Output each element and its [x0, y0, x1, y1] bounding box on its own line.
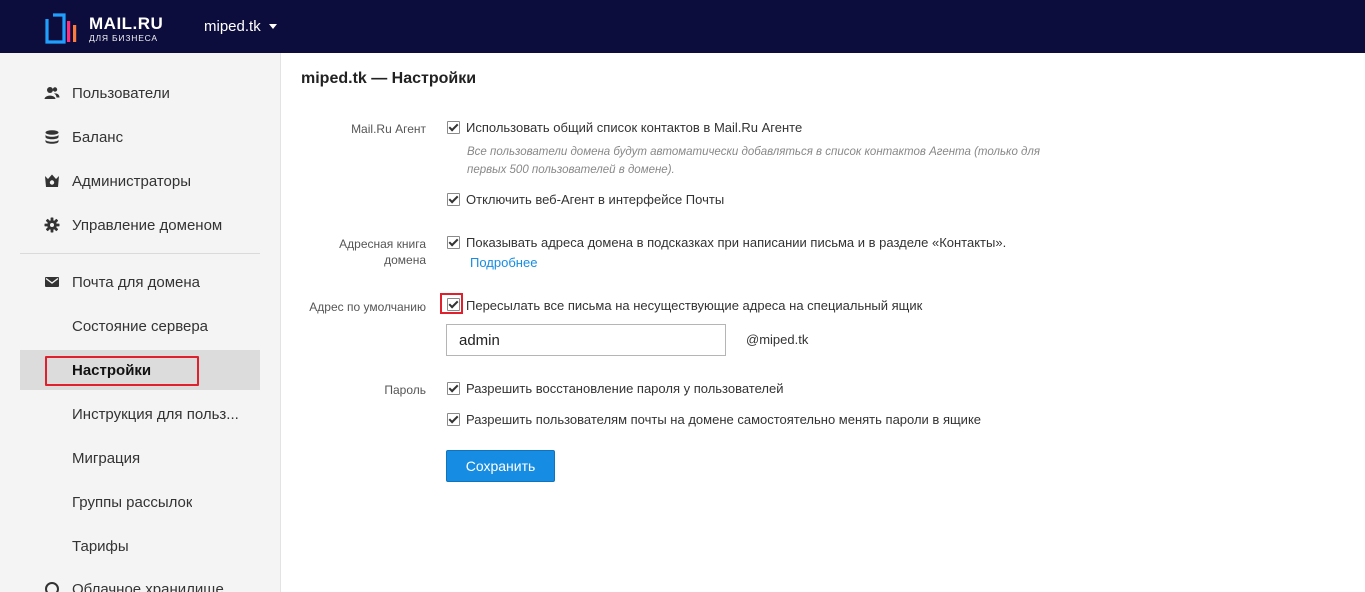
logo-main-text: MAIL.RU — [89, 14, 164, 33]
sidebar: Пользователи Баланс Администраторы Управ… — [0, 53, 281, 592]
logo-sub-text: ДЛЯ БИЗНЕСА — [89, 33, 158, 43]
agent-shared-contacts-label: Использовать общий список контактов в Ma… — [466, 120, 803, 135]
sidebar-item-label: Группы рассылок — [72, 493, 193, 511]
domain-switcher[interactable]: miped.tk — [204, 18, 277, 35]
sidebar-item-label: Миграция — [72, 449, 141, 467]
disable-web-agent-checkbox[interactable] — [447, 193, 460, 206]
sidebar-item-label: Инструкция для польз... — [72, 405, 239, 423]
domain-name: miped.tk — [204, 18, 261, 35]
cloud-icon — [44, 581, 68, 592]
sidebar-item-label: Тарифы — [72, 537, 129, 555]
sidebar-item-settings[interactable]: Настройки — [20, 350, 260, 390]
sidebar-item-mailing-groups[interactable]: Группы рассылок — [20, 482, 260, 522]
gear-icon — [44, 217, 68, 233]
admin-crown-icon — [44, 173, 68, 189]
default-address-section-label: Адрес по умолчанию — [309, 300, 426, 314]
disable-web-agent-label: Отключить веб-Агент в интерфейсе Почты — [466, 192, 725, 207]
allow-password-recovery-checkbox[interactable] — [447, 382, 460, 395]
save-button[interactable]: Сохранить — [446, 450, 555, 482]
caret-down-icon — [268, 24, 277, 29]
agent-section-label: Mail.Ru Агент — [351, 122, 426, 136]
sidebar-item-balance[interactable]: Баланс — [20, 117, 260, 157]
page-title: miped.tk — Настройки — [301, 70, 477, 87]
sidebar-item-label: Состояние сервера — [72, 317, 209, 335]
logo-mark-icon — [45, 13, 77, 44]
forward-mailbox-input[interactable] — [446, 324, 726, 356]
more-info-link[interactable]: Подробнее — [470, 255, 537, 270]
allow-password-change-checkbox[interactable] — [447, 413, 460, 426]
password-section-label: Пароль — [384, 383, 426, 397]
domain-suffix: @miped.tk — [746, 332, 809, 347]
forward-nonexistent-checkbox[interactable] — [447, 298, 460, 311]
sidebar-item-domain-management[interactable]: Управление доменом — [20, 205, 260, 245]
sidebar-item-users[interactable]: Пользователи — [20, 73, 260, 113]
allow-password-change-label: Разрешить пользователям почты на домене … — [466, 412, 982, 427]
show-domain-addresses-checkbox[interactable] — [447, 236, 460, 249]
sidebar-item-label: Настройки — [72, 361, 152, 379]
allow-password-recovery-label: Разрешить восстановление пароля у пользо… — [466, 381, 784, 396]
sidebar-item-label: Администраторы — [72, 172, 192, 190]
sidebar-item-label: Баланс — [72, 128, 124, 146]
sidebar-item-administrators[interactable]: Администраторы — [20, 161, 260, 201]
top-bar: MAIL.RU ДЛЯ БИЗНЕСА miped.tk — [0, 0, 1365, 53]
sidebar-item-cloud-storage[interactable]: Облачное хранилище — [20, 569, 260, 592]
addressbook-section-label: Адресная книга домена — [339, 237, 426, 267]
coins-icon — [44, 129, 68, 145]
agent-shared-contacts-checkbox[interactable] — [447, 121, 460, 134]
sidebar-item-migration[interactable]: Миграция — [20, 438, 260, 478]
sidebar-item-user-instructions[interactable]: Инструкция для польз... — [20, 394, 260, 434]
sidebar-item-label: Облачное хранилище — [72, 580, 224, 592]
sidebar-item-tariffs[interactable]: Тарифы — [20, 526, 260, 566]
sidebar-item-label: Почта для домена — [72, 273, 200, 291]
sidebar-item-domain-mail[interactable]: Почта для домена — [20, 262, 260, 302]
agent-hint-text: Все пользователи домена будут автоматиче… — [467, 146, 1041, 176]
logo-text: MAIL.RU ДЛЯ БИЗНЕСА — [89, 15, 163, 44]
show-domain-addresses-label: Показывать адреса домена в подсказках пр… — [466, 235, 1007, 250]
sidebar-item-label: Управление доменом — [72, 216, 223, 234]
envelope-icon — [44, 274, 68, 290]
forward-nonexistent-label: Пересылать все письма на несуществующие … — [466, 298, 923, 313]
sidebar-item-label: Пользователи — [72, 84, 170, 102]
users-icon — [44, 85, 68, 101]
sidebar-item-server-status[interactable]: Состояние сервера — [20, 306, 260, 346]
sidebar-divider — [20, 253, 260, 254]
